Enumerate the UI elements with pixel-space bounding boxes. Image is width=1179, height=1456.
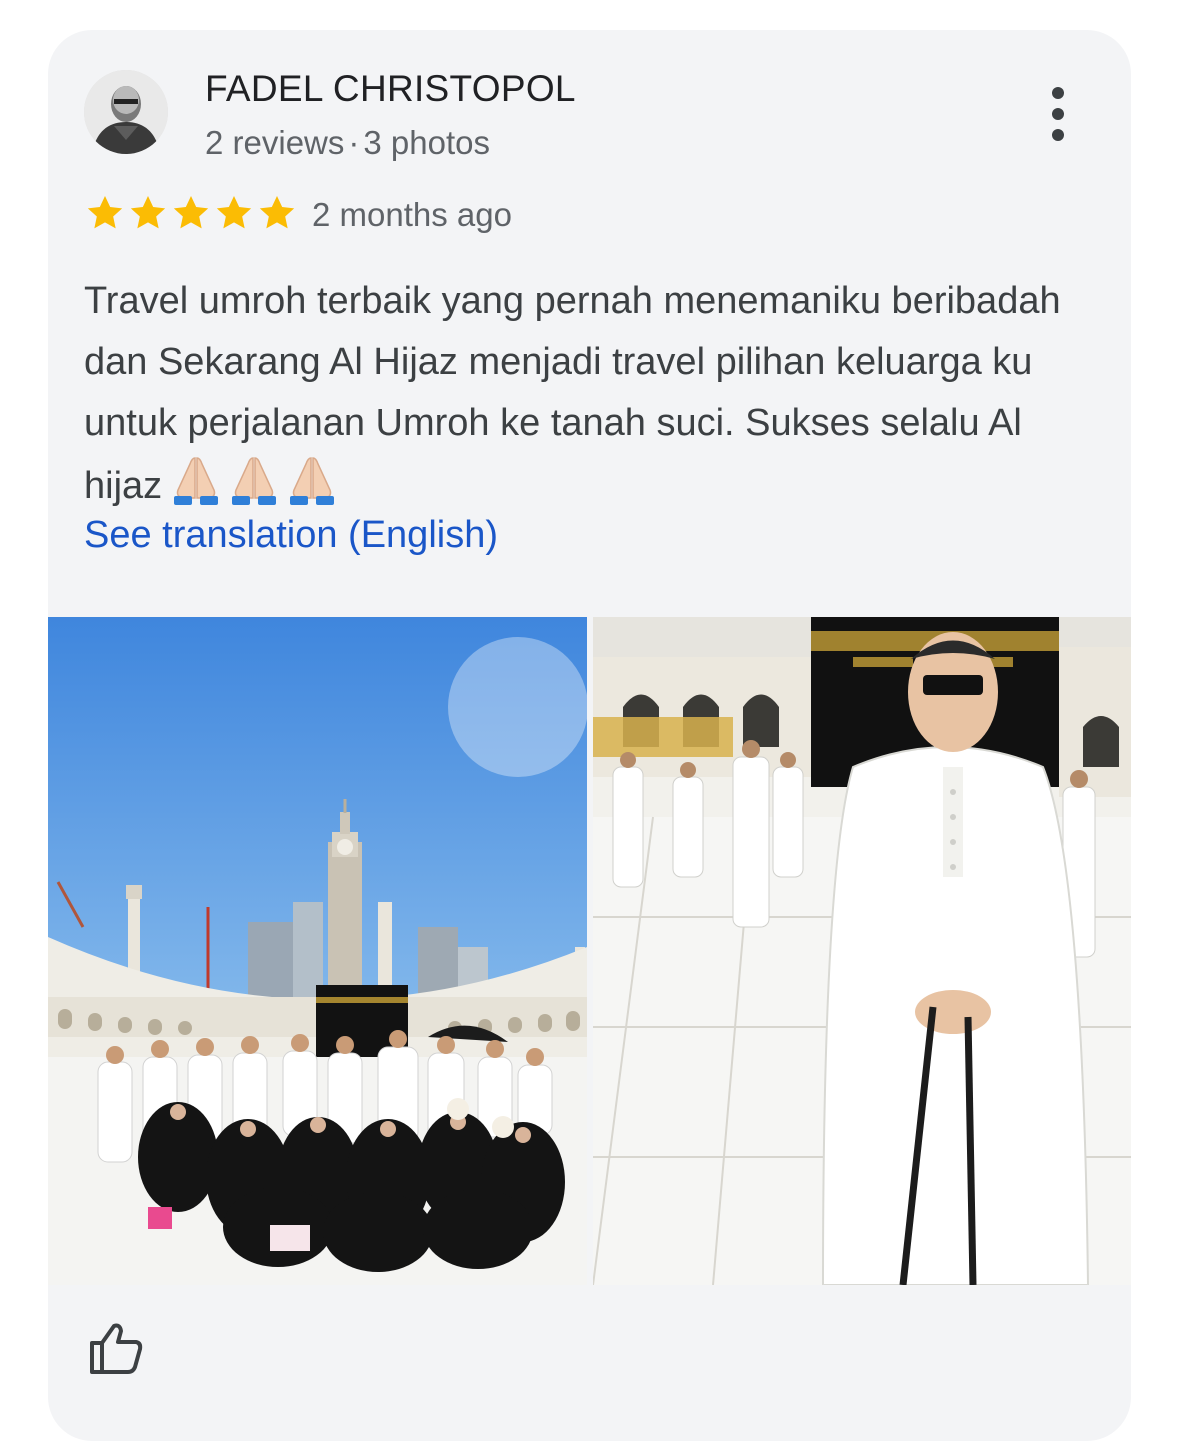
like-button[interactable] <box>86 1321 146 1377</box>
folded-hands-emoji <box>168 454 340 506</box>
star-icon <box>87 196 123 229</box>
review-card: FADEL CHRISTOPOL 2 reviews · 3 photos 2 mo… <box>48 30 1131 1441</box>
thumb-up-icon <box>90 1323 143 1374</box>
folded-hands-icon <box>174 457 219 505</box>
review-text: Travel umroh terbaik yang pernah meneman… <box>84 271 1094 517</box>
review-time: 2 months ago <box>312 196 512 233</box>
see-translation-link[interactable]: See translation (English) <box>84 514 498 557</box>
star-rating <box>84 193 298 233</box>
more-vert-icon <box>1052 87 1064 141</box>
folded-hands-icon <box>290 457 335 505</box>
meta-separator: · <box>348 124 360 161</box>
star-icon <box>173 196 209 229</box>
author-review-count: 2 reviews <box>205 124 345 161</box>
folded-hands-icon <box>232 457 277 505</box>
more-options-button[interactable] <box>1038 84 1078 144</box>
star-icon <box>259 196 295 229</box>
review-photo-group[interactable] <box>48 617 587 1285</box>
star-icon <box>216 196 252 229</box>
author-meta: 2 reviews · 3 photos <box>205 124 490 162</box>
avatar[interactable] <box>84 70 168 154</box>
review-photo-portrait[interactable] <box>593 617 1131 1285</box>
author-name[interactable]: FADEL CHRISTOPOL <box>205 68 576 110</box>
author-photo-count: 3 photos <box>363 124 490 161</box>
star-icon <box>130 196 166 229</box>
